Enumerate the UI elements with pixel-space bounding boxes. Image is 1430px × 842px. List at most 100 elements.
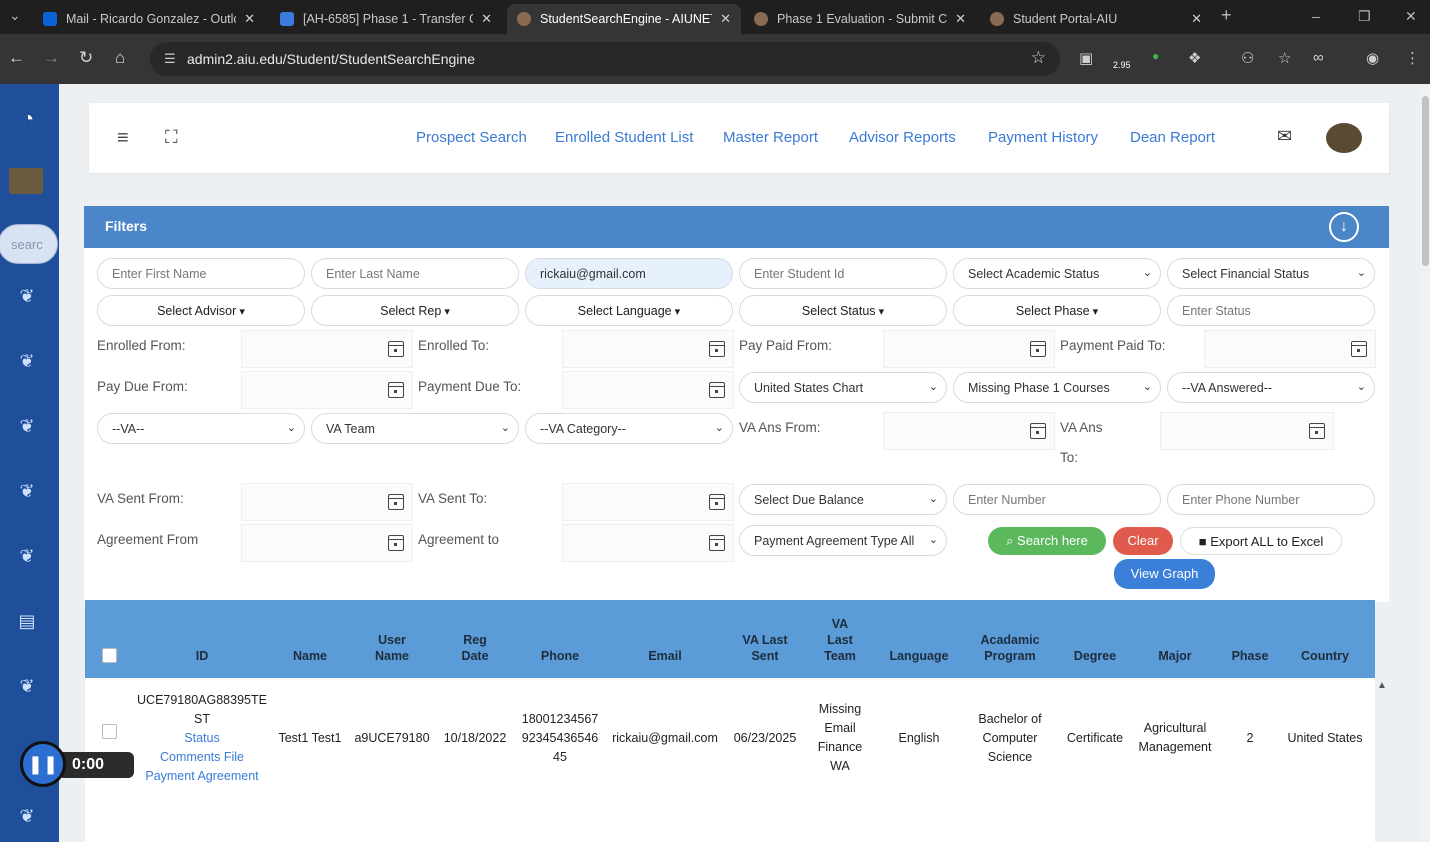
tab-search-icon[interactable]: ⌄ [9, 7, 21, 24]
calendar-icon[interactable] [1309, 423, 1325, 439]
student-id-input[interactable]: Enter Student Id [739, 258, 947, 289]
incognito-icon[interactable]: ⚇ [1241, 49, 1254, 67]
status-link[interactable]: Status [184, 731, 219, 745]
col-phone[interactable]: Phone [519, 600, 601, 678]
address-bar[interactable]: ☰ admin2.aiu.edu/Student/StudentSearchEn… [150, 42, 1060, 76]
table-scroll-up-icon[interactable]: ▲ [1377, 680, 1387, 691]
calendar-icon[interactable] [1351, 341, 1367, 357]
nav-payment-history[interactable]: Payment History [988, 129, 1098, 146]
profile-avatar-icon[interactable]: ◉ [1366, 49, 1379, 67]
award-icon[interactable]: ❦ [16, 546, 38, 568]
status-dropdown[interactable]: Select Status [739, 295, 947, 326]
pay-due-from-date[interactable] [241, 371, 413, 409]
phone-input[interactable]: Enter Phone Number [1167, 484, 1375, 515]
va-answered-select[interactable]: --VA Answered-- ⌄ [1167, 372, 1375, 403]
search-button[interactable]: ⌕ Search here [988, 527, 1106, 555]
restore-icon[interactable]: ❐ [1358, 8, 1371, 25]
enrolled-from-date[interactable] [241, 330, 413, 368]
close-icon[interactable]: ✕ [955, 11, 966, 27]
va-ans-from-date[interactable] [883, 412, 1055, 450]
calendar-icon[interactable] [1030, 423, 1046, 439]
clear-button[interactable]: Clear [1113, 527, 1173, 555]
nav-enrolled-student-list[interactable]: Enrolled Student List [555, 129, 693, 146]
rep-dropdown[interactable]: Select Rep [311, 295, 519, 326]
tab-mail[interactable]: Mail - Ricardo Gonzalez - Outlo ✕ [33, 4, 265, 34]
va-select[interactable]: --VA-- ⌄ [97, 413, 305, 444]
window-close-icon[interactable]: ✕ [1405, 8, 1417, 25]
close-icon[interactable]: ✕ [244, 11, 255, 27]
collapse-arrow-icon[interactable]: ↓ [1329, 212, 1359, 242]
site-info-icon[interactable]: ☰ [164, 51, 176, 67]
user-avatar[interactable] [1326, 123, 1362, 153]
mail-icon[interactable]: ✉ [1277, 126, 1292, 147]
payment-agreement-link[interactable]: Payment Agreement [145, 769, 258, 783]
tab-jira[interactable]: [AH-6585] Phase 1 - Transfer C ✕ [270, 4, 502, 34]
close-icon[interactable]: ✕ [720, 11, 731, 27]
scrollbar-thumb[interactable] [1422, 96, 1429, 266]
missing-phase-select[interactable]: Missing Phase 1 Courses ⌄ [953, 372, 1161, 403]
calendar-icon[interactable] [709, 382, 725, 398]
close-icon[interactable]: ✕ [1191, 11, 1202, 27]
language-dropdown[interactable]: Select Language [525, 295, 733, 326]
calendar-icon[interactable] [388, 341, 404, 357]
col-username[interactable]: User Name [353, 600, 431, 678]
award-icon[interactable]: ❦ [16, 676, 38, 698]
link-icon[interactable]: ∞ [1313, 49, 1324, 66]
email-input[interactable]: rickaiu@gmail.com [525, 258, 733, 289]
reload-icon[interactable]: ↻ [79, 48, 93, 68]
nav-advisor-reports[interactable]: Advisor Reports [849, 129, 956, 146]
calendar-icon[interactable] [1030, 341, 1046, 357]
col-name[interactable]: Name [275, 600, 345, 678]
advisor-dropdown[interactable]: Select Advisor [97, 295, 305, 326]
payment-due-to-date[interactable] [562, 371, 734, 409]
page-scrollbar[interactable] [1420, 84, 1430, 842]
va-team-select[interactable]: VA Team ⌄ [311, 413, 519, 444]
nav-dean-report[interactable]: Dean Report [1130, 129, 1215, 146]
nav-master-report[interactable]: Master Report [723, 129, 818, 146]
enter-status-input[interactable]: Enter Status [1167, 295, 1375, 326]
calendar-icon[interactable] [388, 382, 404, 398]
comments-file-link[interactable]: Comments File [160, 750, 244, 764]
minimize-icon[interactable]: – [1312, 8, 1320, 24]
nav-prospect-search[interactable]: Prospect Search [416, 129, 527, 146]
menu-kebab-icon[interactable]: ⋮ [1405, 49, 1420, 67]
pause-icon[interactable]: ❚❚ [20, 741, 66, 787]
agreement-type-select[interactable]: Payment Agreement Type All ⌄ [739, 525, 947, 556]
select-all-checkbox[interactable] [102, 648, 117, 663]
va-category-select[interactable]: --VA Category-- ⌄ [525, 413, 733, 444]
award-icon[interactable]: ❦ [16, 286, 38, 308]
col-program[interactable]: Acadamic Program [965, 600, 1055, 678]
new-tab-icon[interactable]: + [1221, 5, 1232, 26]
row-checkbox[interactable] [102, 724, 117, 739]
col-major[interactable]: Major [1135, 600, 1215, 678]
tab-phase1-eval[interactable]: Phase 1 Evaluation - Submit CV ✕ [744, 4, 976, 34]
home-icon[interactable]: ⌂ [115, 48, 125, 68]
number-input[interactable]: Enter Number [953, 484, 1161, 515]
phase-dropdown[interactable]: Select Phase [953, 295, 1161, 326]
avatar[interactable] [9, 168, 43, 194]
col-phase[interactable]: Phase [1223, 600, 1277, 678]
tab-student-search[interactable]: StudentSearchEngine - AIUNET ✕ [507, 4, 741, 34]
recording-player[interactable]: 0:00 ❚❚ [20, 741, 134, 787]
tab-student-portal[interactable]: Student Portal-AIU ✕ [980, 4, 1212, 34]
va-sent-from-date[interactable] [241, 483, 413, 521]
forward-arrow-icon[interactable]: → [43, 48, 60, 68]
first-name-input[interactable]: Enter First Name [97, 258, 305, 289]
award-icon[interactable]: ❦ [16, 481, 38, 503]
col-language[interactable]: Language [881, 600, 957, 678]
col-va-team[interactable]: VA Last Team [807, 600, 873, 678]
hamburger-menu-icon[interactable]: ≡ [117, 127, 129, 150]
extensions-puzzle-icon[interactable]: ❖ [1188, 49, 1201, 67]
briefcase-icon[interactable]: ▤ [16, 611, 38, 633]
award-icon[interactable]: ❦ [16, 351, 38, 373]
sidebar-search-input[interactable]: searc [0, 224, 58, 264]
camera-icon[interactable]: ▣ [1079, 49, 1093, 67]
col-va-last-sent[interactable]: VA Last Sent [729, 600, 801, 678]
view-graph-button[interactable]: View Graph [1114, 559, 1215, 589]
va-ans-to-date[interactable] [1160, 412, 1334, 450]
calendar-icon[interactable] [709, 341, 725, 357]
due-balance-select[interactable]: Select Due Balance ⌄ [739, 484, 947, 515]
calendar-icon[interactable] [709, 535, 725, 551]
close-icon[interactable]: ✕ [481, 11, 492, 27]
calendar-icon[interactable] [388, 494, 404, 510]
